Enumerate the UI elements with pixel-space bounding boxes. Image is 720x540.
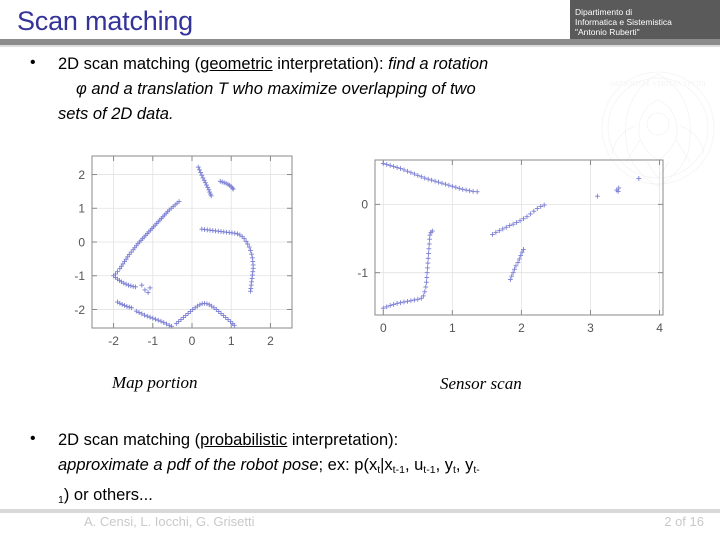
svg-text:3: 3 <box>587 321 594 335</box>
svg-text:0: 0 <box>78 235 85 249</box>
footer-authors: A. Censi, L. Iocchi, G. Grisetti <box>84 514 255 529</box>
svg-text:0: 0 <box>189 334 196 348</box>
svg-text:2: 2 <box>78 168 85 182</box>
bullet-probabilistic: • 2D scan matching (probabilistic interp… <box>30 428 710 513</box>
bullet-geometric-text: 2D scan matching (geometric interpretati… <box>58 52 710 127</box>
svg-text:2: 2 <box>267 334 274 348</box>
b2-mid-1: |x <box>380 456 393 474</box>
footer-divider <box>0 509 720 513</box>
caption-map-portion: Map portion <box>112 373 198 392</box>
svg-text:1: 1 <box>78 202 85 216</box>
b2-underlined: probabilistic <box>200 431 288 449</box>
svg-text:1: 1 <box>449 321 456 335</box>
svg-text:2: 2 <box>518 321 525 335</box>
svg-text:-2: -2 <box>108 334 119 348</box>
b1-plain-a: 2D scan matching ( <box>58 55 201 73</box>
logo-line-3: "Antonio Ruberti" <box>575 27 640 37</box>
b2-mid-2: , u <box>404 456 424 474</box>
b1-plain-b: interpretation): <box>272 55 389 73</box>
b2-italic: approximate a pdf of the robot pose <box>58 456 319 474</box>
b2-tail: ) or others... <box>63 486 153 504</box>
footer-page-number: 2 of 16 <box>664 514 704 529</box>
chart-sensor-scan: 0 1 2 3 4 -1 0 <box>345 150 675 355</box>
chart-map-portion: -2 -1 0 1 2 -2 -1 0 1 2 <box>60 148 310 363</box>
header-divider-bar-light <box>0 45 720 47</box>
bullet-geometric: • 2D scan matching (geometric interpreta… <box>30 52 710 127</box>
bullet-marker-1: • <box>30 54 36 71</box>
slide-canvas: Dipartimento di Informatica e Sistemisti… <box>0 0 720 540</box>
svg-text:-2: -2 <box>74 303 85 317</box>
b1-italic-1: find a rotation <box>388 55 489 73</box>
svg-text:4: 4 <box>656 321 663 335</box>
b2-mid-4: , y <box>455 456 474 474</box>
svg-text:-1: -1 <box>147 334 158 348</box>
b2-sub-2: t-1 <box>392 464 405 476</box>
svg-text:0: 0 <box>361 198 368 212</box>
logo-line-1: Dipartimento di <box>575 7 633 17</box>
svg-text:-1: -1 <box>74 269 85 283</box>
b2-mid-3: , y <box>435 456 453 474</box>
map-portion-plot: -2 -1 0 1 2 -2 -1 0 1 2 <box>74 155 293 348</box>
b1-italic-2: φ and a translation T who maximize overl… <box>76 80 476 98</box>
department-logo-text: Dipartimento di Informatica e Sistemisti… <box>575 7 720 37</box>
b1-italic-3: sets of 2D data. <box>58 105 174 123</box>
svg-text:0: 0 <box>380 321 387 335</box>
b2-sub-3: t-1 <box>423 464 436 476</box>
svg-text:-1: -1 <box>357 266 368 280</box>
bullet-probabilistic-text: 2D scan matching (probabilistic interpre… <box>58 428 710 513</box>
b2-plain-b: interpretation): <box>287 431 399 449</box>
caption-sensor-scan: Sensor scan <box>440 374 522 393</box>
b1-underlined: geometric <box>200 55 273 73</box>
b2-sub-5: t- <box>473 464 480 476</box>
svg-text:1: 1 <box>228 334 235 348</box>
logo-line-2: Informatica e Sistemistica <box>575 17 672 27</box>
slide-title: Scan matching <box>17 6 193 36</box>
sensor-scan-plot: 0 1 2 3 4 -1 0 <box>357 159 664 335</box>
b2-plain-a: 2D scan matching ( <box>58 431 201 449</box>
b2-formula-head: ; ex: p(x <box>318 456 378 474</box>
bullet-marker-2: • <box>30 430 36 447</box>
